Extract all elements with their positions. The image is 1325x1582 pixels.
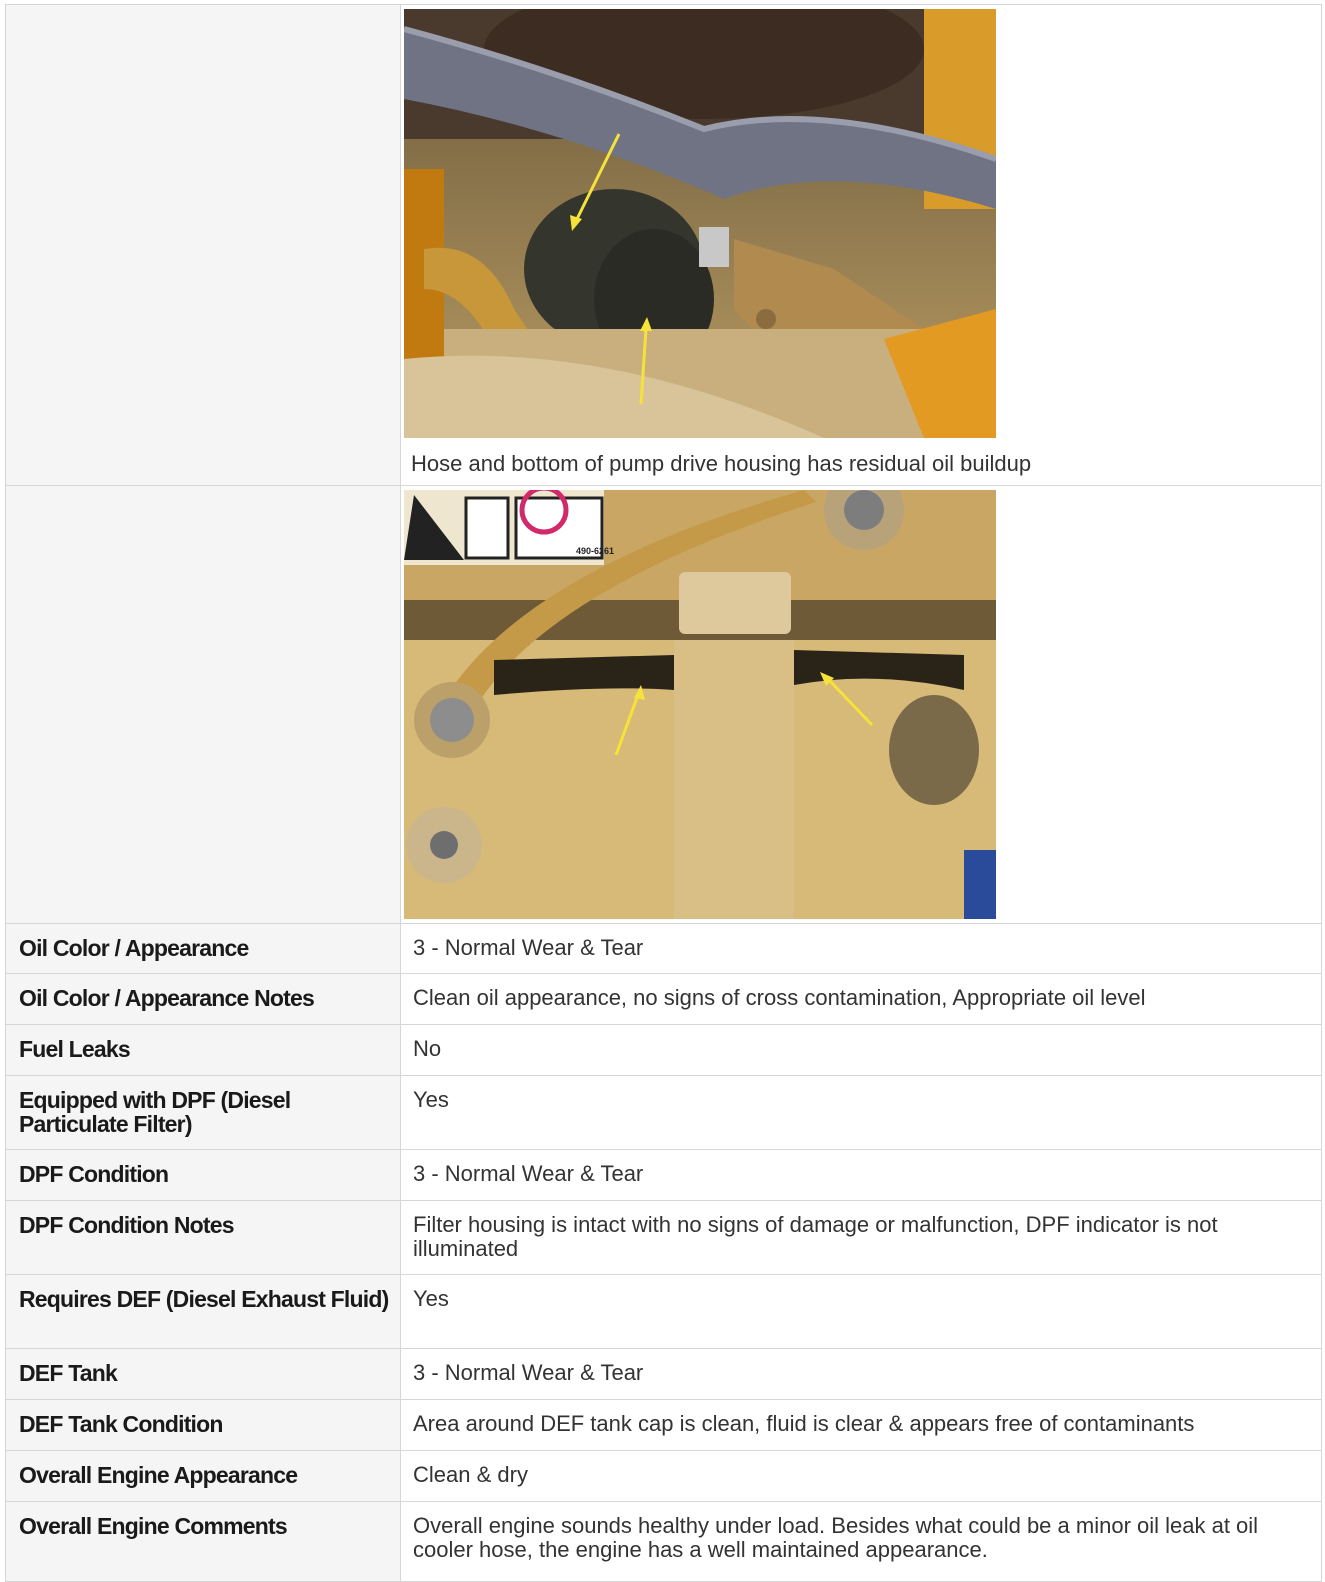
photo-cell: 490-6261 — [400, 485, 1322, 924]
field-label: DEF Tank — [19, 1360, 118, 1386]
photo-row-1: Hose and bottom of pump drive housing ha… — [5, 4, 1322, 486]
photo-cell: Hose and bottom of pump drive housing ha… — [400, 4, 1322, 486]
field-value: Yes — [413, 1087, 449, 1112]
field-label: Overall Engine Appearance — [19, 1462, 298, 1488]
field-value: Yes — [413, 1286, 449, 1311]
row-dpf-notes: DPF Condition Notes Filter housing is in… — [5, 1200, 1322, 1275]
field-value: Clean oil appearance, no signs of cross … — [413, 985, 1146, 1010]
row-def-tank: DEF Tank 3 - Normal Wear & Tear — [5, 1348, 1322, 1400]
row-engine-comments: Overall Engine Comments Overall engine s… — [5, 1501, 1322, 1582]
field-value: Overall engine sounds healthy under load… — [413, 1513, 1259, 1562]
field-label: Requires DEF (Diesel Exhaust Fluid) — [19, 1286, 389, 1312]
field-label: Oil Color / Appearance — [19, 935, 249, 961]
row-fuel-leaks: Fuel Leaks No — [5, 1024, 1322, 1076]
row-def-tank-condition: DEF Tank Condition Area around DEF tank … — [5, 1399, 1322, 1451]
inspection-table: Hose and bottom of pump drive housing ha… — [5, 4, 1322, 1582]
field-label: Fuel Leaks — [19, 1036, 131, 1062]
field-value: Area around DEF tank cap is clean, fluid… — [413, 1411, 1195, 1436]
photo-label-cell — [5, 485, 401, 924]
field-value: 3 - Normal Wear & Tear — [413, 935, 644, 960]
row-oil-color: Oil Color / Appearance 3 - Normal Wear &… — [5, 923, 1322, 974]
field-value: 3 - Normal Wear & Tear — [413, 1360, 644, 1385]
photo-row-2: 490-6261 — [5, 485, 1322, 924]
field-value: Filter housing is intact with no signs o… — [413, 1212, 1218, 1261]
field-label: Overall Engine Comments — [19, 1513, 288, 1539]
field-label: Oil Color / Appearance Notes — [19, 985, 315, 1011]
field-value: 3 - Normal Wear & Tear — [413, 1161, 644, 1186]
field-value: No — [413, 1036, 442, 1061]
engine-photo-pump-housing[interactable] — [404, 9, 996, 438]
decal-code: 490-6261 — [576, 546, 614, 556]
row-dpf-condition: DPF Condition 3 - Normal Wear & Tear — [5, 1149, 1322, 1201]
photo-caption: Hose and bottom of pump drive housing ha… — [411, 451, 1032, 476]
field-label: DPF Condition Notes — [19, 1212, 235, 1238]
row-engine-appearance: Overall Engine Appearance Clean & dry — [5, 1450, 1322, 1502]
field-label: Equipped with DPF (Diesel Particulate Fi… — [19, 1087, 291, 1137]
row-def-required: Requires DEF (Diesel Exhaust Fluid) Yes — [5, 1274, 1322, 1349]
field-label: DPF Condition — [19, 1161, 169, 1187]
row-dpf-equipped: Equipped with DPF (Diesel Particulate Fi… — [5, 1075, 1322, 1150]
photo-label-cell — [5, 4, 401, 486]
field-value: Clean & dry — [413, 1462, 528, 1487]
field-label: DEF Tank Condition — [19, 1411, 223, 1437]
row-oil-color-notes: Oil Color / Appearance Notes Clean oil a… — [5, 973, 1322, 1025]
engine-photo-valve-cover[interactable]: 490-6261 — [404, 490, 996, 919]
